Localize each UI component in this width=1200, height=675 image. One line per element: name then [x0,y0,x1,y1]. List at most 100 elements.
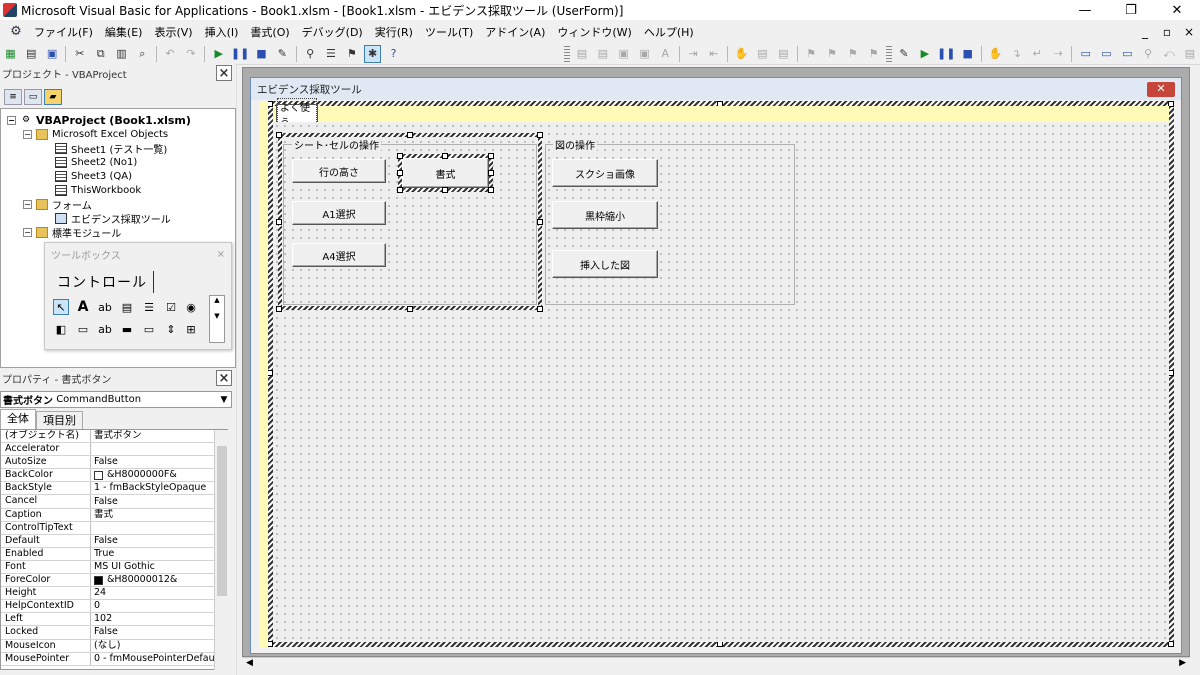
tree-node-forms[interactable]: − フォーム [23,197,92,212]
scroll-left-icon[interactable]: ◀ [246,658,253,668]
mdi-minimize-button[interactable]: _ [1134,25,1156,39]
resize-handle[interactable] [488,170,494,176]
select-a1-button[interactable]: A1選択 [292,201,386,225]
break-icon[interactable]: ❚❚ [231,45,249,63]
property-row[interactable]: Locked False [1,626,227,640]
menu-run[interactable]: 実行(R) [369,24,419,40]
property-value[interactable]: 0 [91,600,227,612]
property-row[interactable]: MouseIcon (なし) [1,639,227,653]
toolbar-grip[interactable] [885,45,892,62]
design-mode-icon[interactable]: ✎ [274,45,291,63]
property-value[interactable]: True [91,548,227,560]
toolbar-grip[interactable] [563,45,570,62]
command-button-tool-icon[interactable]: ab [97,321,113,337]
combobox-tool-icon[interactable]: ▤ [119,299,135,315]
resize-handle[interactable] [442,153,448,159]
checkbox-tool-icon[interactable]: ☑ [163,299,179,315]
tab-categorized[interactable]: 項目別 [36,411,83,429]
run-icon-2[interactable]: ▶ [916,45,933,63]
tabstrip-tool-icon[interactable]: ▬ [119,321,135,337]
quick-watch-icon[interactable]: ⚲ [1140,45,1157,63]
property-value[interactable]: &H8000000F& [91,469,227,481]
complete-word-icon[interactable]: A [657,45,674,63]
help-icon[interactable]: ? [385,45,402,63]
menu-edit[interactable]: 編集(E) [99,24,149,40]
properties-window-icon[interactable]: ☰ [323,45,340,63]
userform-title-bar[interactable]: エビデンス採取ツール [251,78,1181,100]
toolbox-tab-controls[interactable]: コントロール [51,271,154,293]
property-value[interactable]: False [91,626,227,638]
run-to-cursor-icon[interactable]: ⇢ [1049,45,1066,63]
previous-bookmark-icon[interactable]: ⚑ [844,45,861,63]
property-value[interactable] [91,443,227,455]
screenshot-image-button[interactable]: スクショ画像 [552,159,658,187]
scroll-right-icon[interactable]: ▶ [1179,658,1186,668]
tree-node-userform[interactable]: エビデンス採取ツール [55,211,171,226]
scrollbar-tool-icon[interactable]: ⇕ [163,321,179,337]
object-selector-dropdown[interactable]: 書式ボタン CommandButton ▼ [0,391,232,408]
parameter-info-icon[interactable]: ▣ [636,45,653,63]
mdi-restore-button[interactable]: ▫ [1156,25,1178,39]
resize-handle[interactable] [537,132,543,138]
uncomment-block-icon[interactable]: ▤ [775,45,792,63]
property-row[interactable]: ControlTipText [1,521,227,535]
property-row[interactable]: Default False [1,534,227,548]
multipage-tool-icon[interactable]: ▭ [141,321,157,337]
resize-handle[interactable] [276,132,282,138]
property-row[interactable]: Height 24 [1,587,227,601]
scrollbar-thumb[interactable] [217,446,227,596]
spinbutton-tool-icon[interactable]: ⊞ [183,321,199,337]
inserted-image-button[interactable]: 挿入した図 [552,250,658,278]
resize-handle[interactable] [407,132,413,138]
toolbox-close-button[interactable]: × [217,249,225,260]
view-code-icon[interactable]: ≡ [4,89,22,105]
tree-node-vbaproject[interactable]: − ⚙ VBAProject (Book1.xlsm) [7,113,191,127]
minimize-button[interactable]: — [1062,0,1108,20]
insert-userform-icon[interactable]: ▤ [23,45,40,63]
toggle-button-tool-icon[interactable]: ◧ [53,321,69,337]
project-explorer-icon[interactable]: ⚲ [302,45,319,63]
menu-format[interactable]: 書式(O) [244,24,295,40]
paste-icon[interactable]: ▥ [113,45,130,63]
property-value[interactable]: 0 - fmMousePointerDefau [91,653,227,665]
collapse-icon[interactable]: − [23,129,32,139]
chevron-down-icon[interactable]: ▼ [217,395,231,405]
menu-addins[interactable]: アドイン(A) [479,24,551,40]
property-value[interactable]: 102 [91,613,227,625]
resize-handle[interactable] [276,306,282,312]
property-row[interactable]: BackColor &H8000000F& [1,469,227,483]
step-into-icon[interactable]: ✋ [987,45,1004,63]
mdi-close-button[interactable]: × [1178,25,1200,39]
toggle-bookmark-icon[interactable]: ⚑ [803,45,820,63]
undo-icon[interactable]: ↶ [162,45,179,63]
comment-block-icon[interactable]: ▤ [754,45,771,63]
resize-handle[interactable] [397,170,403,176]
shrink-black-frame-button[interactable]: 黒枠縮小 [552,201,658,229]
multipage-tab-yokutsukau[interactable]: よく使う [276,97,318,130]
select-objects-icon[interactable]: ↖ [53,299,69,315]
object-browser-icon[interactable]: ⚑ [343,45,360,63]
menu-tools[interactable]: ツール(T) [419,24,479,40]
reset-icon-2[interactable]: ■ [959,45,976,63]
resize-handle[interactable] [488,187,494,193]
locals-window-icon[interactable]: ▭ [1077,45,1094,63]
property-value[interactable] [91,522,227,534]
outdent-icon[interactable]: ⇤ [705,45,722,63]
format-button[interactable]: 書式 [402,158,489,188]
property-row[interactable]: Accelerator [1,443,227,457]
resize-handle[interactable] [407,306,413,312]
quick-info-icon[interactable]: ▣ [615,45,632,63]
resize-handle[interactable] [537,306,543,312]
list-properties-icon[interactable]: ▤ [574,45,591,63]
collapse-icon[interactable]: − [7,115,16,125]
listbox-tool-icon[interactable]: ☰ [141,299,157,315]
property-row[interactable]: HelpContextID 0 [1,600,227,614]
tree-node-modules[interactable]: − 標準モジュール [23,225,121,240]
tree-node-excel-objects[interactable]: − Microsoft Excel Objects [23,127,168,141]
reset-icon[interactable]: ■ [253,45,270,63]
project-panel-close-button[interactable]: × [216,65,232,81]
frame-tool-icon[interactable]: ▭ [75,321,91,337]
resize-handle[interactable] [276,219,282,225]
property-value[interactable]: (なし) [91,640,227,652]
call-stack-icon[interactable]: ⤺ [1161,45,1178,63]
